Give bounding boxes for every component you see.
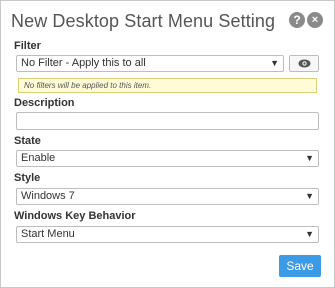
style-select[interactable]: Windows 7 ▼: [16, 188, 319, 205]
filter-select[interactable]: No Filter - Apply this to all ▼: [16, 55, 284, 72]
filter-note: No filters will be applied to this item.: [18, 78, 317, 93]
description-input[interactable]: [16, 112, 319, 130]
dialog: New Desktop Start Menu Setting ? × Filte…: [0, 0, 335, 288]
description-label: Description: [14, 97, 75, 109]
windows-key-behavior-select-value: Start Menu: [21, 228, 75, 240]
state-select-value: Enable: [21, 152, 56, 164]
style-select-value: Windows 7: [21, 190, 75, 202]
chevron-down-icon: ▼: [305, 153, 314, 163]
eye-button[interactable]: [289, 55, 319, 72]
state-select[interactable]: Enable ▼: [16, 150, 319, 167]
filter-select-value: No Filter - Apply this to all: [21, 57, 146, 69]
dialog-title: New Desktop Start Menu Setting: [11, 11, 276, 31]
save-button[interactable]: Save: [279, 255, 321, 277]
chevron-down-icon: ▼: [305, 191, 314, 201]
help-icon[interactable]: ?: [289, 12, 305, 28]
eye-icon: [298, 59, 311, 68]
state-label: State: [14, 135, 41, 147]
windows-key-behavior-label: Windows Key Behavior: [14, 210, 136, 222]
style-label: Style: [14, 172, 41, 184]
chevron-down-icon: ▼: [270, 58, 279, 68]
close-icon[interactable]: ×: [307, 12, 323, 28]
filter-label: Filter: [14, 40, 41, 52]
windows-key-behavior-select[interactable]: Start Menu ▼: [16, 226, 319, 243]
chevron-down-icon: ▼: [305, 229, 314, 239]
